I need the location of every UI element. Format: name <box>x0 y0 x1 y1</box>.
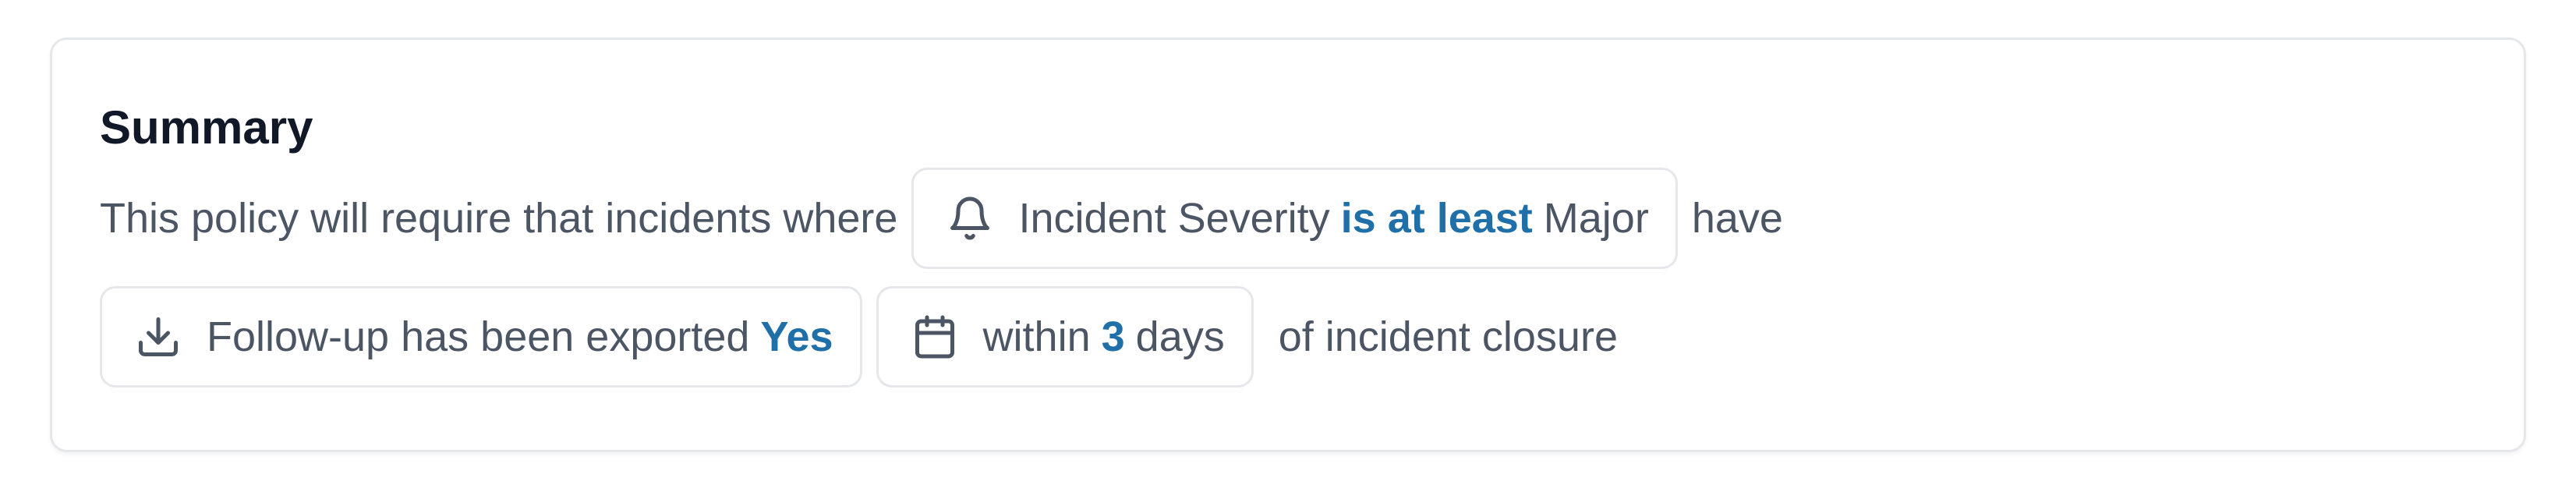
condition-field: Incident Severity <box>1018 195 1330 242</box>
requirement-value: Yes <box>760 313 833 360</box>
condition-pill[interactable]: Incident Severity is at least Major <box>911 168 1678 269</box>
condition-operator: is at least <box>1340 195 1533 242</box>
summary-title: Summary <box>100 101 313 154</box>
calendar-icon <box>910 312 960 362</box>
summary-line-2: Follow-up has been exported Yes within 3… <box>100 284 1618 390</box>
download-icon <box>133 312 183 362</box>
bell-icon <box>945 193 995 243</box>
deadline-unit: days <box>1135 313 1225 360</box>
deadline-amount: 3 <box>1101 313 1125 360</box>
summary-line-1: This policy will require that incidents … <box>100 165 1783 271</box>
summary-suffix-text: of incident closure <box>1278 313 1618 360</box>
summary-verb-text: have <box>1691 195 1783 242</box>
deadline-prefix: within <box>982 313 1091 360</box>
summary-intro-text: This policy will require that incidents … <box>100 195 898 242</box>
deadline-pill[interactable]: within 3 days <box>876 286 1254 388</box>
condition-value: Major <box>1543 195 1649 242</box>
requirement-pill[interactable]: Follow-up has been exported Yes <box>100 286 862 388</box>
requirement-label: Follow-up has been exported <box>207 313 750 360</box>
